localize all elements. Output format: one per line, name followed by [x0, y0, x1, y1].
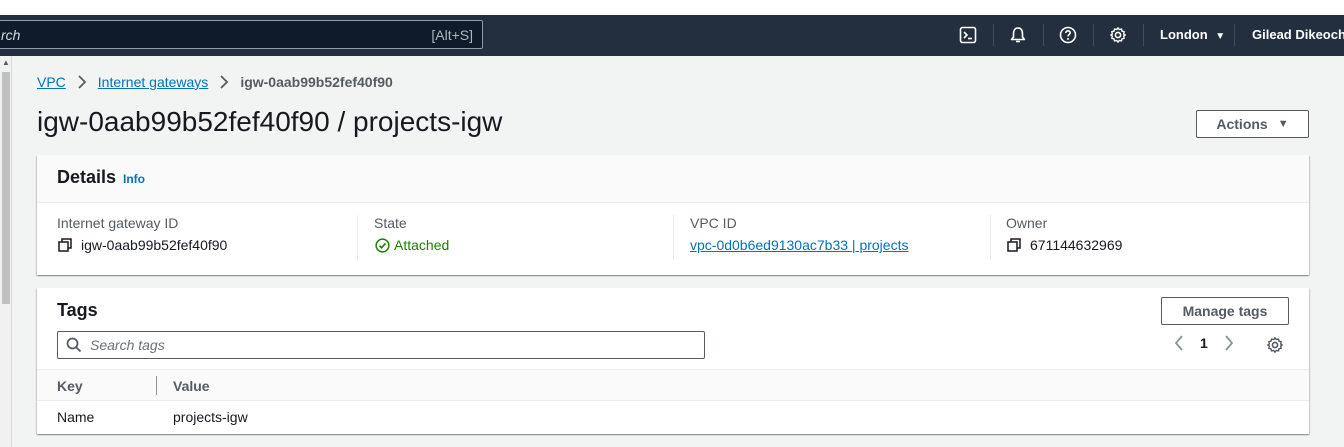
- chevron-right-icon[interactable]: [1222, 335, 1236, 351]
- page-number[interactable]: 1: [1200, 335, 1208, 351]
- tag-search-field[interactable]: [57, 331, 705, 359]
- chevron-right-icon: [77, 75, 87, 89]
- account-menu[interactable]: Gilead Dikeocha: [1252, 27, 1344, 42]
- manage-tags-button[interactable]: Manage tags: [1161, 297, 1289, 325]
- header-separator: [1043, 24, 1044, 46]
- preferences-gear-icon[interactable]: [1266, 336, 1284, 354]
- pagination: 1: [1172, 335, 1236, 351]
- column-divider: [673, 215, 674, 260]
- copy-icon[interactable]: [57, 237, 73, 253]
- field-vpc-id: VPC ID vpc-0d0b6ed9130ac7b33 | projects: [690, 215, 908, 260]
- cloudshell-icon[interactable]: [958, 25, 978, 45]
- breadcrumb: VPC Internet gateways igw-0aab99b52fef40…: [37, 74, 393, 90]
- field-state: State Attached: [374, 215, 449, 260]
- breadcrumb-internet-gateways[interactable]: Internet gateways: [98, 74, 209, 90]
- scroll-up-arrow-icon[interactable]: ▲: [2, 58, 10, 67]
- caret-down-icon: ▼: [1277, 118, 1289, 130]
- top-navigation-bar: rch [Alt+S] London ▼ Gilead Dikeocha: [0, 15, 1344, 56]
- details-panel: Details Info Internet gateway ID igw-0aa…: [37, 155, 1309, 275]
- tags-table-header: Key Value: [37, 369, 1309, 401]
- manage-tags-label: Manage tags: [1182, 303, 1268, 319]
- details-header: Details Info: [37, 155, 1309, 203]
- region-label: London: [1160, 27, 1208, 42]
- tag-value-cell: projects-igw: [173, 409, 248, 425]
- vpc-id-link[interactable]: vpc-0d0b6ed9130ac7b33 | projects: [690, 237, 908, 253]
- column-divider: [990, 215, 991, 260]
- column-divider: [357, 215, 358, 260]
- breadcrumb-vpc[interactable]: VPC: [37, 74, 66, 90]
- tag-search-input[interactable]: [90, 337, 670, 353]
- header-separator: [1234, 24, 1235, 46]
- header-separator: [1093, 24, 1094, 46]
- actions-label: Actions: [1216, 116, 1268, 132]
- tags-title: Tags: [57, 300, 98, 320]
- header-separator: [993, 24, 994, 46]
- top-strip: [0, 0, 1344, 15]
- field-internet-gateway-id: Internet gateway ID igw-0aab99b52fef40f9…: [57, 215, 227, 260]
- tags-panel: Tags 1 Key Value Name projects-igw: [37, 288, 1309, 434]
- vertical-scrollbar[interactable]: ▲: [0, 56, 12, 447]
- search-icon: [66, 337, 82, 353]
- field-owner: Owner 671144632969: [1006, 215, 1122, 260]
- bell-icon[interactable]: [1008, 25, 1028, 45]
- chevron-right-icon: [219, 75, 229, 89]
- copy-icon[interactable]: [1006, 237, 1022, 253]
- status-value: Attached: [394, 237, 450, 253]
- header-separator: [1143, 24, 1144, 46]
- field-label: Owner: [1006, 215, 1048, 231]
- field-value: 671144632969: [1030, 237, 1123, 253]
- region-selector[interactable]: London ▼: [1160, 27, 1225, 42]
- column-resizer[interactable]: [156, 376, 157, 395]
- field-value: igw-0aab99b52fef40f90: [81, 237, 228, 253]
- chevron-left-icon[interactable]: [1172, 335, 1186, 351]
- breadcrumb-current: igw-0aab99b52fef40f90: [240, 74, 393, 90]
- tag-key-cell: Name: [57, 409, 95, 425]
- search-text: rch: [1, 27, 21, 43]
- help-icon[interactable]: [1058, 25, 1078, 45]
- page-title: igw-0aab99b52fef40f90 / projects-igw: [37, 106, 503, 137]
- settings-icon[interactable]: [1108, 25, 1128, 45]
- scroll-thumb[interactable]: [2, 72, 10, 304]
- caret-down-icon: ▼: [1215, 31, 1226, 42]
- field-label: Internet gateway ID: [57, 215, 179, 231]
- status-success-icon: [374, 237, 390, 253]
- global-search-input[interactable]: rch [Alt+S]: [0, 20, 483, 49]
- info-link[interactable]: Info: [123, 172, 145, 186]
- actions-button[interactable]: Actions ▼: [1196, 110, 1309, 138]
- field-label: VPC ID: [690, 215, 737, 231]
- column-header-key[interactable]: Key: [57, 378, 83, 394]
- column-header-value[interactable]: Value: [173, 378, 210, 394]
- details-title: Details: [57, 167, 117, 187]
- search-shortcut: [Alt+S]: [431, 27, 473, 43]
- field-label: State: [374, 215, 407, 231]
